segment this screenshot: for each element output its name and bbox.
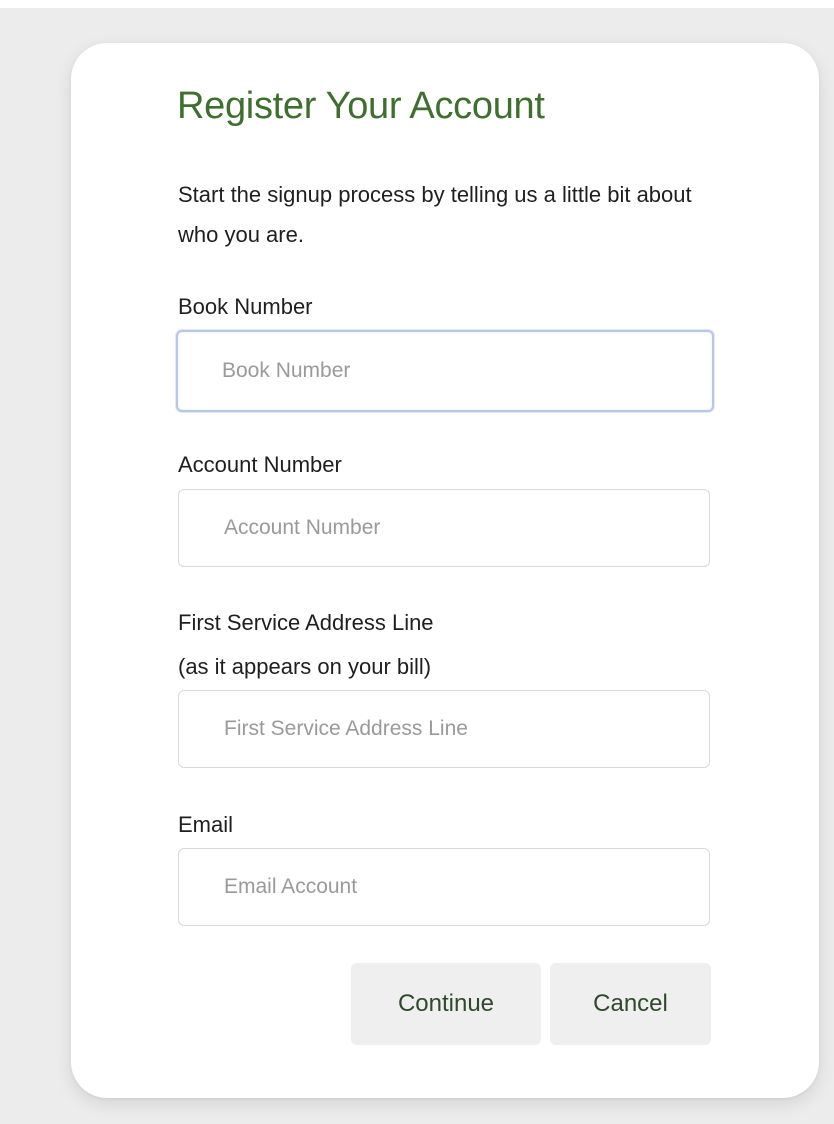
- book-number-label: Book Number: [178, 294, 313, 319]
- service-address-hint: (as it appears on your bill): [178, 654, 432, 679]
- service-address-input[interactable]: [178, 690, 710, 768]
- email-label: Email: [178, 812, 234, 837]
- book-number-input[interactable]: [176, 330, 714, 412]
- intro-text: Start the signup process by telling us a…: [178, 182, 692, 247]
- register-card: Register Your Account Start the signup p…: [71, 43, 819, 1098]
- page-title: Register Your Account: [177, 85, 545, 127]
- continue-button[interactable]: Continue: [351, 963, 541, 1045]
- page-top-strip: [0, 0, 834, 8]
- account-number-input[interactable]: [178, 489, 710, 567]
- account-number-label: Account Number: [178, 452, 342, 477]
- email-input[interactable]: [178, 848, 710, 926]
- service-address-label: First Service Address Line: [178, 610, 434, 635]
- cancel-button[interactable]: Cancel: [550, 963, 711, 1045]
